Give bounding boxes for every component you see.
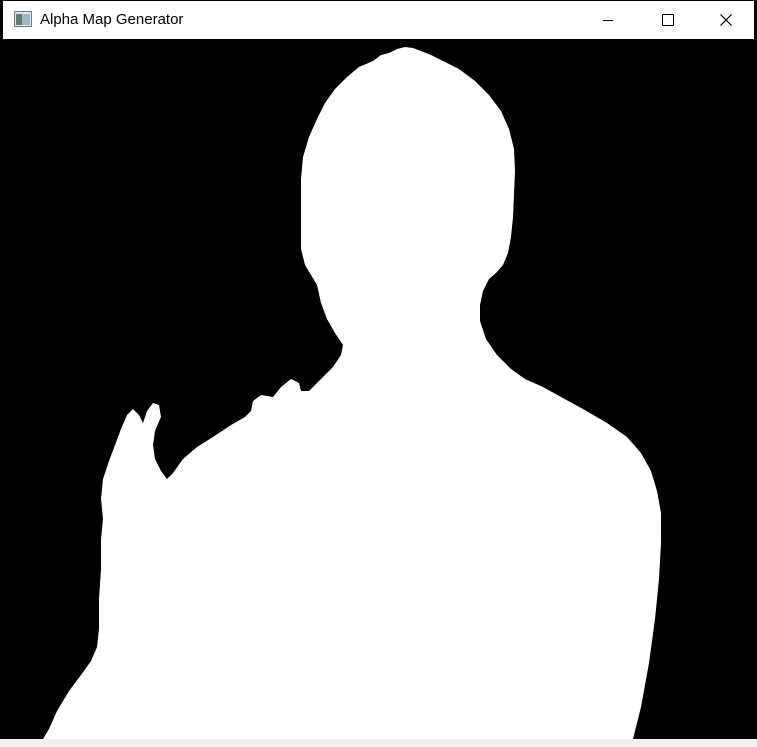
- window-title: Alpha Map Generator: [40, 11, 184, 28]
- close-icon: [720, 14, 732, 26]
- close-button[interactable]: [701, 1, 751, 39]
- maximize-button[interactable]: [643, 1, 693, 39]
- app-window-icon: [14, 11, 32, 27]
- minimize-icon: [603, 20, 613, 21]
- minimize-button[interactable]: [583, 1, 633, 39]
- alpha-map-canvas: [3, 39, 754, 739]
- alpha-mask-image: [3, 39, 754, 739]
- maximize-icon: [662, 14, 674, 26]
- title-bar[interactable]: Alpha Map Generator: [0, 0, 757, 39]
- app-window: Alpha Map Generator: [0, 0, 757, 747]
- status-bar: [0, 739, 757, 747]
